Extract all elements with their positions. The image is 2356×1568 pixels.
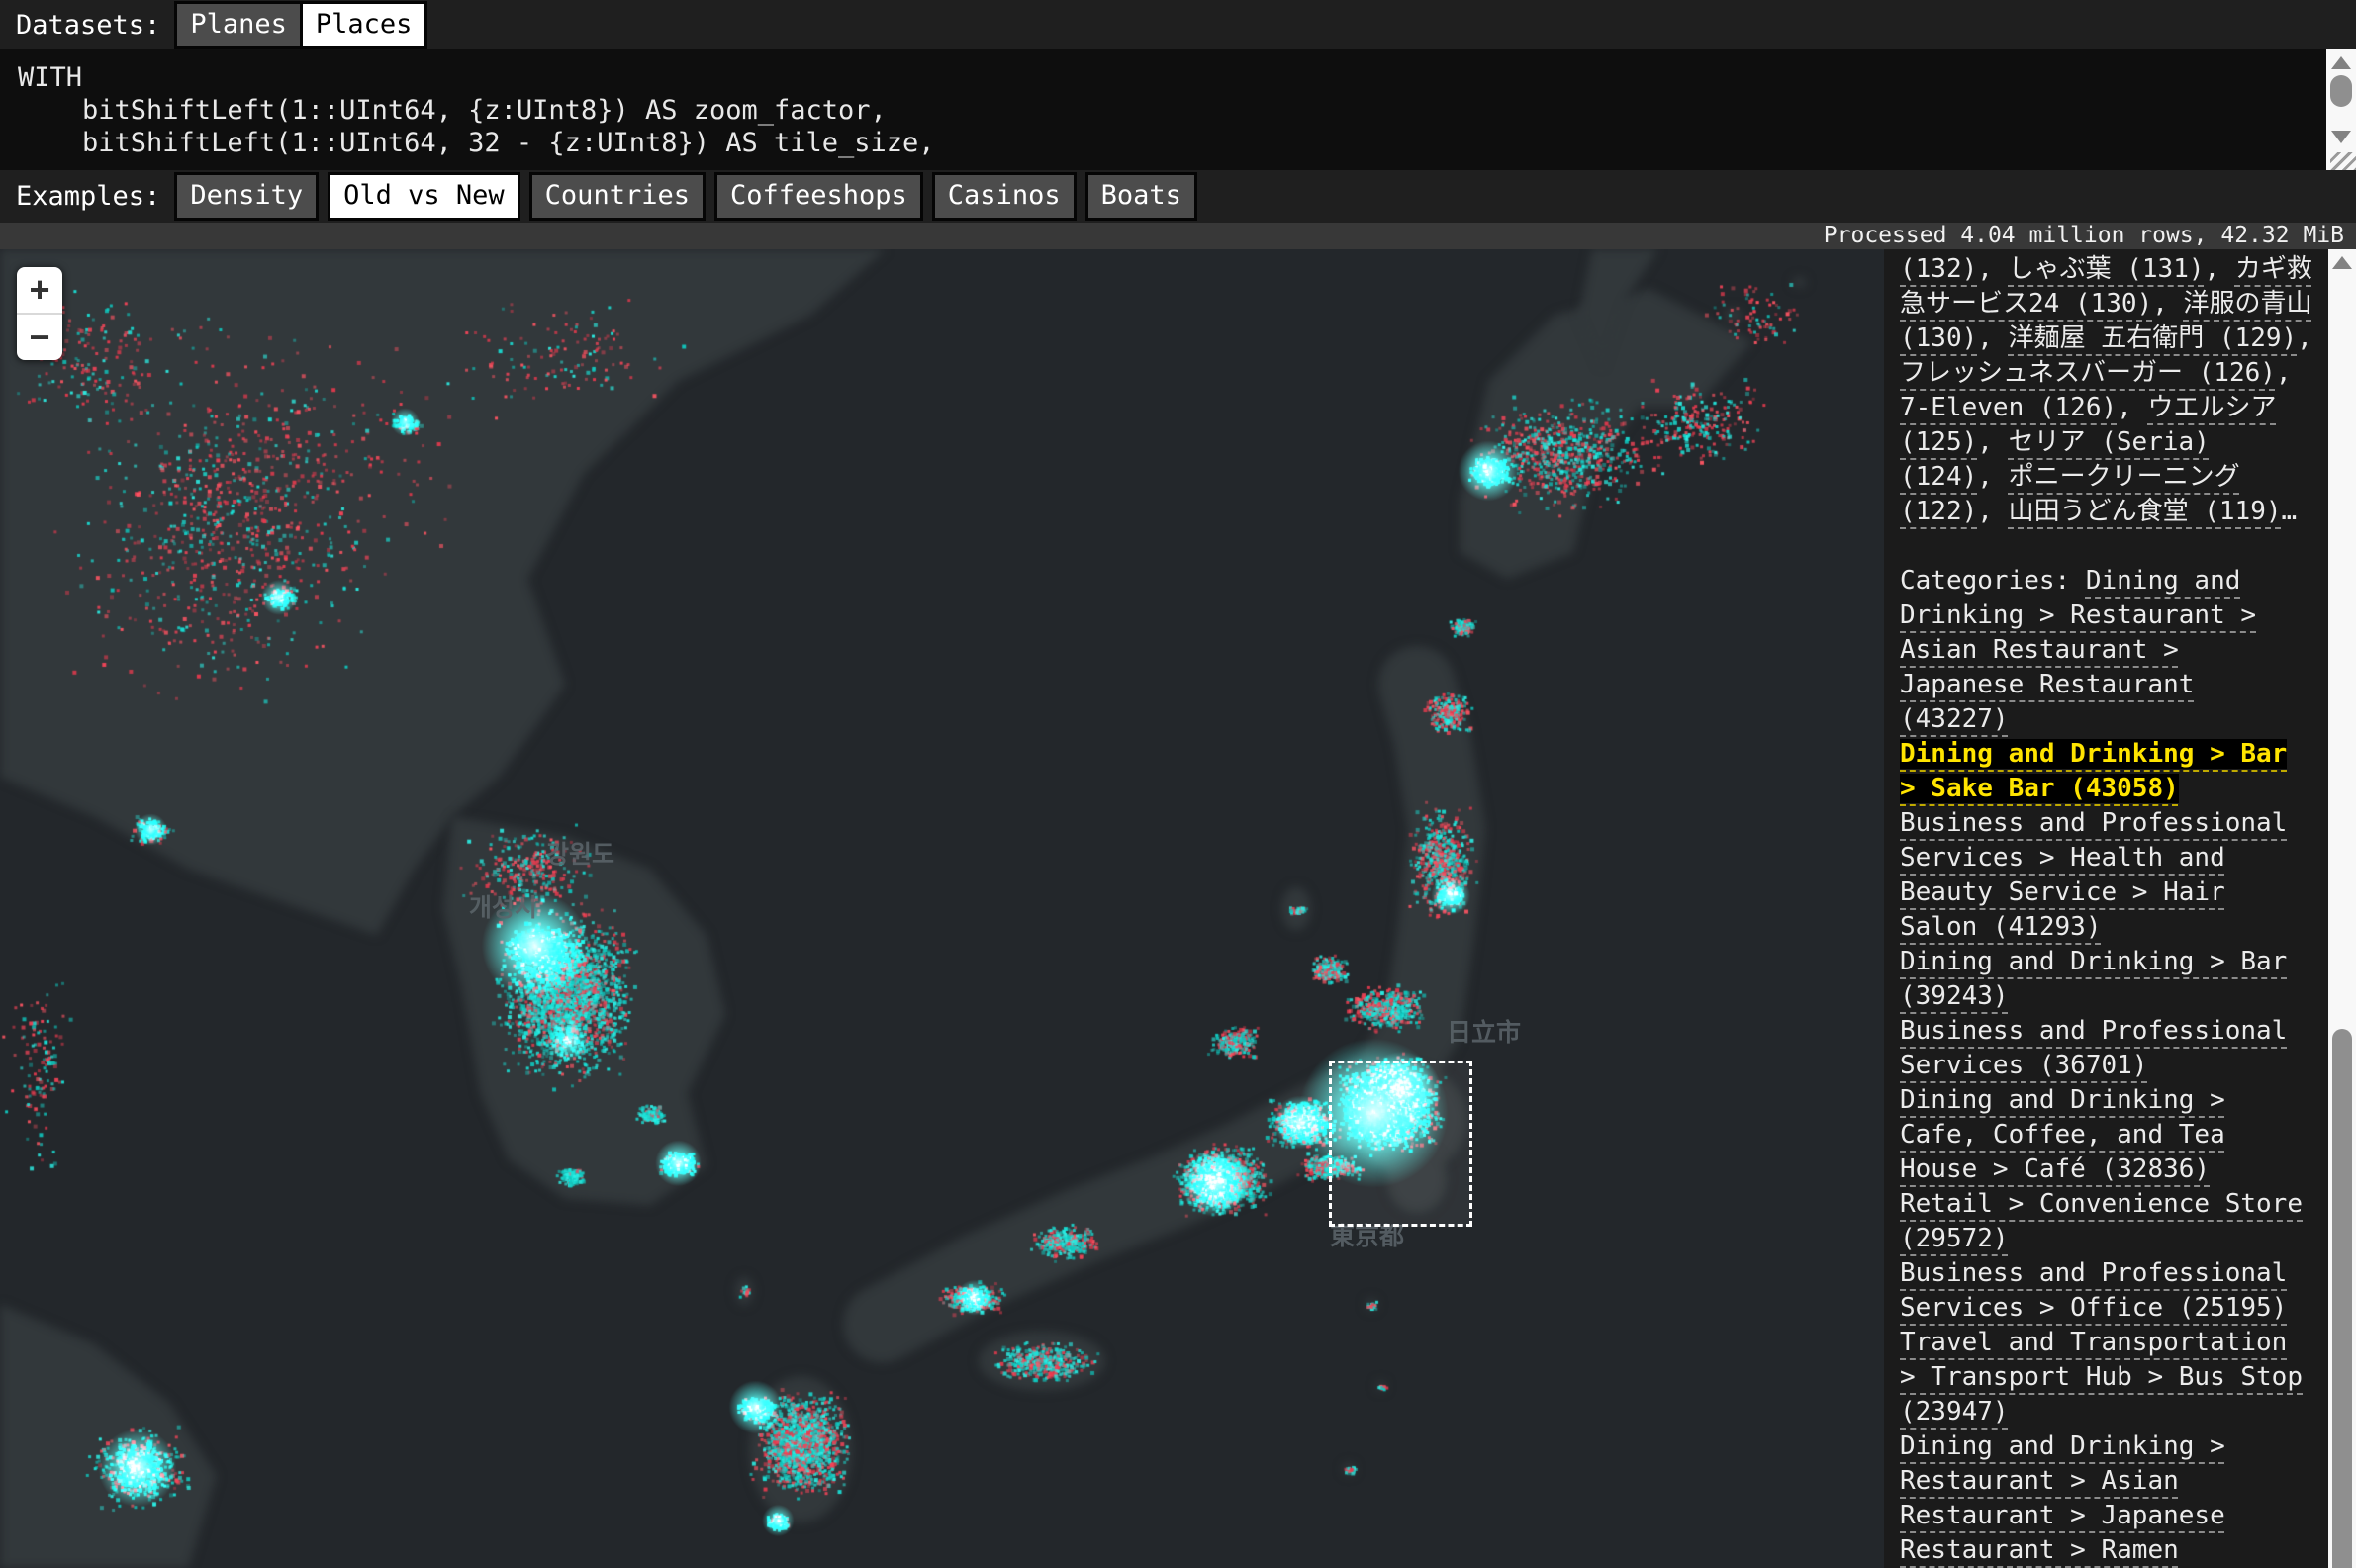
brand-link[interactable]: 7-Eleven (126) <box>1900 393 2117 422</box>
brand-link[interactable]: 山田うどん食堂 (119) <box>2009 497 2282 526</box>
brand-link[interactable]: 洋麺屋 五右衛門 (129) <box>2009 323 2298 353</box>
processed-rows-text: Processed 4.04 million rows, 42.32 MiB <box>1824 223 2344 248</box>
map[interactable]: 日立市東京都강원도개성시 + − <box>0 249 1884 1568</box>
example-button-density[interactable]: Density <box>174 172 319 221</box>
brand-link[interactable]: (132) <box>1900 254 1977 284</box>
example-button-countries[interactable]: Countries <box>529 172 706 221</box>
sidebar-scrollbar[interactable] <box>2328 249 2356 1568</box>
zoom-in-button[interactable]: + <box>17 267 62 313</box>
category-link[interactable]: Travel and Transportation > Transport Hu… <box>1900 1328 2303 1427</box>
categories-label: Categories: <box>1900 566 2086 596</box>
example-button-group: DensityOld vs NewCountriesCoffeeshopsCas… <box>174 172 1197 221</box>
category-link[interactable]: Business and Professional Services > Off… <box>1900 1258 2287 1323</box>
category-link[interactable]: Dining and Drinking > Bar (39243) <box>1900 947 2287 1011</box>
map-canvas[interactable] <box>0 249 1884 1568</box>
category-link[interactable]: Dining and Drinking > Restaurant > Asian… <box>1900 1431 2225 1568</box>
scroll-up-icon[interactable] <box>2331 56 2351 69</box>
example-button-coffeeshops[interactable]: Coffeeshops <box>714 172 923 221</box>
map-zoom-control: + − <box>17 267 62 360</box>
brand-link[interactable]: しゃぶ葉 (131) <box>2009 254 2205 284</box>
datasets-bar: Datasets: PlanesPlaces <box>0 0 2356 49</box>
category-link[interactable]: Business and Professional Services (3670… <box>1900 1016 2287 1080</box>
query-text[interactable]: WITH bitShiftLeft(1::UInt64, {z:UInt8}) … <box>0 49 2356 159</box>
scroll-up-icon[interactable] <box>2332 256 2352 269</box>
category-counts-list: Categories: Dining and Drinking > Restau… <box>1900 564 2316 1568</box>
brand-link[interactable]: フレッシュネスバーガー (126) <box>1900 358 2276 388</box>
dataset-button-places[interactable]: Places <box>300 1 428 49</box>
dataset-button-group: PlanesPlaces <box>174 1 427 49</box>
dataset-button-planes[interactable]: Planes <box>174 1 303 49</box>
example-button-boats[interactable]: Boats <box>1085 172 1197 221</box>
main-area: 日立市東京都강원도개성시 + − (132), しゃぶ葉 (131), カギ救急… <box>0 249 2356 1568</box>
category-link[interactable]: Retail > Convenience Store (29572) <box>1900 1189 2303 1253</box>
datasets-label: Datasets: <box>16 10 160 41</box>
results-panel: (132), しゃぶ葉 (131), カギ救急サービス24 (130), 洋服の… <box>1884 249 2356 1568</box>
sidebar-scrollbar-thumb[interactable] <box>2332 1029 2352 1568</box>
map-place-label: 강원도 <box>546 835 614 871</box>
example-button-casinos[interactable]: Casinos <box>932 172 1077 221</box>
example-button-old-vs-new[interactable]: Old vs New <box>328 172 520 221</box>
app-window: Datasets: PlanesPlaces WITH bitShiftLeft… <box>0 0 2356 1568</box>
scroll-down-icon[interactable] <box>2331 131 2351 143</box>
category-link[interactable]: Dining and Drinking > Cafe, Coffee, and … <box>1900 1085 2225 1184</box>
category-link[interactable]: Business and Professional Services > Hea… <box>1900 808 2287 942</box>
map-selection-box[interactable] <box>1329 1061 1472 1227</box>
map-place-label: 개성시 <box>469 888 537 924</box>
brand-counts-list: (132), しゃぶ葉 (131), カギ救急サービス24 (130), 洋服の… <box>1900 252 2316 529</box>
editor-scrollbar[interactable] <box>2326 49 2356 150</box>
resize-grip-icon[interactable] <box>2326 150 2356 170</box>
query-editor[interactable]: WITH bitShiftLeft(1::UInt64, {z:UInt8}) … <box>0 49 2356 170</box>
status-bar: Processed 4.04 million rows, 42.32 MiB <box>0 223 2356 249</box>
category-link-selected[interactable]: Dining and Drinking > Bar > Sake Bar (43… <box>1900 739 2287 803</box>
examples-bar: Examples: DensityOld vs NewCountriesCoff… <box>0 170 2356 223</box>
editor-scrollbar-thumb[interactable] <box>2330 75 2352 107</box>
map-place-label: 日立市 <box>1447 1013 1521 1049</box>
zoom-out-button[interactable]: − <box>17 313 62 360</box>
examples-label: Examples: <box>16 181 160 212</box>
